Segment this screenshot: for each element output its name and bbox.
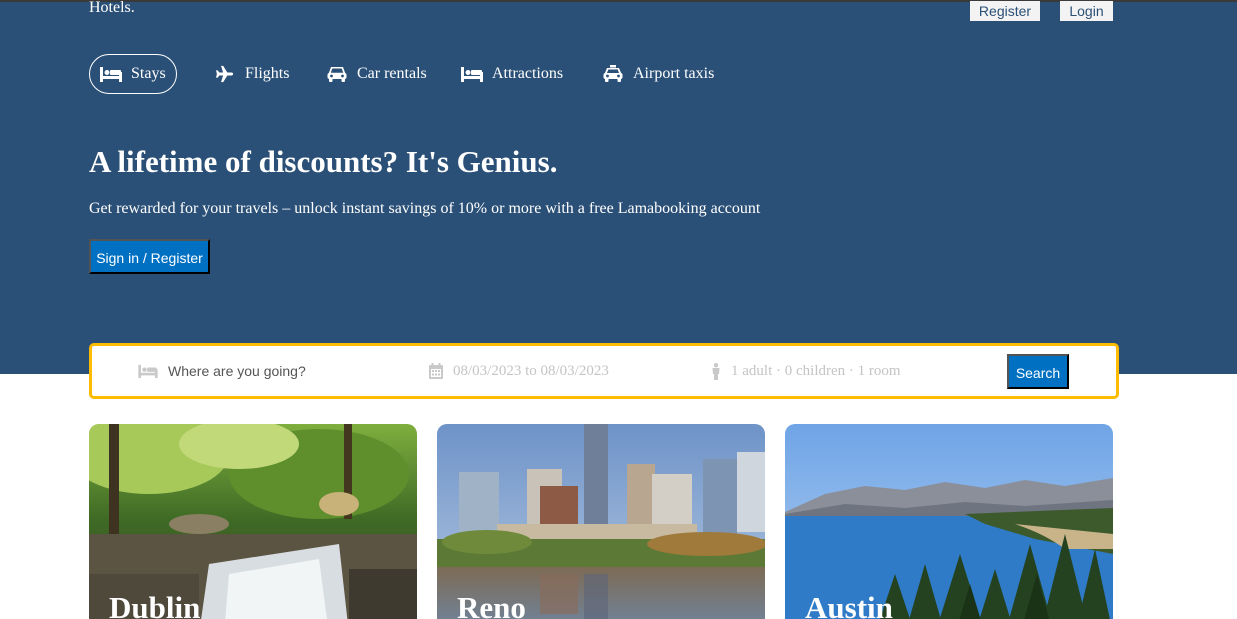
nav-label: Attractions xyxy=(492,65,564,82)
login-button[interactable]: Login xyxy=(1060,1,1113,21)
city-name: Austin xyxy=(805,590,893,619)
taxi-icon xyxy=(603,65,623,82)
featured-card-reno[interactable]: Reno xyxy=(437,424,765,619)
date-field[interactable]: 08/03/2023 to 08/03/2023 xyxy=(429,346,609,396)
bed-icon xyxy=(100,67,122,82)
nav-item-attractions[interactable]: Attractions xyxy=(461,54,563,94)
car-icon xyxy=(327,67,347,82)
search-bar: Where are you going? 08/03/2023 to 08/03… xyxy=(89,343,1119,399)
nav-label: Car rentals xyxy=(357,65,427,82)
plane-icon xyxy=(216,65,234,83)
nav-label: Flights xyxy=(245,65,290,82)
destination-input[interactable]: Where are you going? xyxy=(168,363,306,379)
register-button[interactable]: Register xyxy=(970,1,1040,21)
person-icon xyxy=(712,362,720,380)
calendar-icon xyxy=(429,363,443,379)
city-name: Reno xyxy=(457,590,526,619)
guests-field[interactable]: 1 adult · 0 children · 1 room xyxy=(711,346,901,396)
sign-in-register-button[interactable]: Sign in / Register xyxy=(89,239,210,274)
nav-item-stays[interactable]: Stays xyxy=(89,54,177,94)
nav-label: Stays xyxy=(131,65,166,82)
nav-item-car-rentals[interactable]: Car rentals xyxy=(326,54,427,94)
hero-description: Get rewarded for your travels – unlock i… xyxy=(89,200,761,217)
hero-title: A lifetime of discounts? It's Genius. xyxy=(89,144,558,179)
city-name: Dublin xyxy=(109,590,201,619)
bed-icon xyxy=(461,67,483,82)
destination-field[interactable]: Where are you going? xyxy=(138,346,306,396)
header: Hotels. Register Login Stays Flights Car… xyxy=(0,0,1237,374)
date-range-text[interactable]: 08/03/2023 to 08/03/2023 xyxy=(453,363,609,380)
top-border xyxy=(0,0,1237,2)
nav-item-flights[interactable]: Flights xyxy=(214,54,289,94)
featured-card-austin[interactable]: Austin xyxy=(785,424,1113,619)
featured-card-dublin[interactable]: Dublin xyxy=(89,424,417,619)
guests-text[interactable]: 1 adult · 0 children · 1 room xyxy=(731,363,901,380)
logo[interactable]: Hotels. xyxy=(89,0,135,17)
nav-item-airport-taxis[interactable]: Airport taxis xyxy=(602,54,714,94)
search-button[interactable]: Search xyxy=(1007,354,1069,389)
nav-label: Airport taxis xyxy=(633,65,715,82)
bed-icon xyxy=(138,364,158,378)
